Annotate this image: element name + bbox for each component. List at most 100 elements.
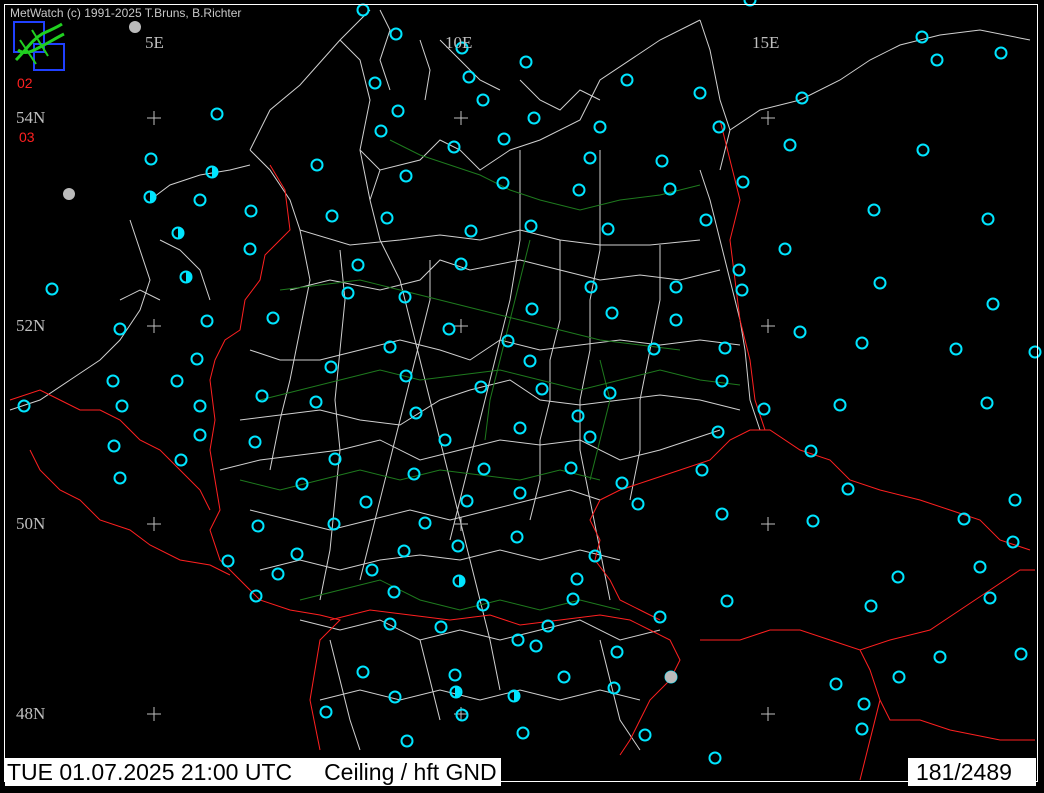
station-marker <box>251 519 265 533</box>
station-marker <box>389 27 403 41</box>
station-marker <box>380 211 394 225</box>
graticule-cross <box>761 707 775 721</box>
station-marker <box>915 30 929 44</box>
station-marker <box>324 360 338 374</box>
station-marker <box>607 681 621 695</box>
station-marker <box>655 154 669 168</box>
rivers <box>239 139 741 611</box>
admin-boundaries <box>9 9 1031 751</box>
station-marker <box>190 352 204 366</box>
station-marker <box>638 728 652 742</box>
station-marker <box>980 396 994 410</box>
station-marker <box>442 322 456 336</box>
station-marker <box>715 374 729 388</box>
station-marker <box>513 486 527 500</box>
station-marker <box>529 639 543 653</box>
station-marker <box>994 46 1008 60</box>
station-marker <box>115 399 129 413</box>
station-marker <box>693 86 707 100</box>
status-bar-left: TUE 01.07.2025 21:00 UTC Ceiling / hft G… <box>5 758 501 786</box>
station-marker <box>892 670 906 684</box>
station-marker <box>873 276 887 290</box>
run-label-03: 03 <box>19 129 35 145</box>
station-marker <box>359 495 373 509</box>
station-marker <box>601 222 615 236</box>
station-marker <box>916 143 930 157</box>
station-marker <box>583 430 597 444</box>
station-marker <box>438 433 452 447</box>
station-marker <box>867 203 881 217</box>
graticule-cross <box>761 517 775 531</box>
station-marker <box>383 617 397 631</box>
station-marker <box>804 444 818 458</box>
station-marker <box>572 183 586 197</box>
station-marker <box>365 563 379 577</box>
station-marker <box>712 120 726 134</box>
station-symbols <box>17 0 1042 765</box>
station-marker <box>418 516 432 530</box>
station-marker <box>855 722 869 736</box>
station-marker <box>174 453 188 467</box>
station-marker <box>603 386 617 400</box>
station-marker <box>949 342 963 356</box>
station-marker <box>715 507 729 521</box>
station-marker <box>454 257 468 271</box>
station-marker <box>720 594 734 608</box>
station-marker <box>833 398 847 412</box>
station-marker <box>460 494 474 508</box>
station-marker <box>570 572 584 586</box>
station-marker <box>397 544 411 558</box>
station-marker <box>718 341 732 355</box>
station-marker <box>806 514 820 528</box>
weather-map[interactable] <box>0 0 1044 788</box>
graticule-cross <box>761 319 775 333</box>
station-marker <box>864 599 878 613</box>
station-marker <box>193 193 207 207</box>
station-marker <box>511 633 525 647</box>
station-marker <box>462 70 476 84</box>
station-marker <box>736 175 750 189</box>
lat-label-50n: 50N <box>16 514 46 533</box>
station-marker <box>732 263 746 277</box>
station-count-readout: 181/2489 <box>908 758 1036 786</box>
station-marker <box>983 591 997 605</box>
station-marker <box>319 705 333 719</box>
station-marker <box>857 697 871 711</box>
national-borders <box>9 119 1035 781</box>
station-marker <box>829 677 843 691</box>
station-marker <box>631 497 645 511</box>
grey-station-marker <box>665 671 677 683</box>
station-marker <box>106 374 120 388</box>
station-marker <box>891 570 905 584</box>
lat-label-54n: 54N <box>16 108 46 127</box>
station-marker <box>356 3 370 17</box>
station-marker <box>374 124 388 138</box>
station-marker <box>477 462 491 476</box>
station-marker <box>783 138 797 152</box>
station-marker <box>610 645 624 659</box>
station-marker <box>584 280 598 294</box>
station-marker <box>400 734 414 748</box>
station-marker <box>271 567 285 581</box>
station-marker <box>266 311 280 325</box>
station-marker <box>653 610 667 624</box>
graticule-cross <box>454 111 468 125</box>
station-marker <box>516 726 530 740</box>
station-marker <box>248 435 262 449</box>
station-marker <box>309 395 323 409</box>
grey-station-marker <box>129 21 141 33</box>
graticule-cross <box>454 517 468 531</box>
station-marker <box>855 336 869 350</box>
station-marker <box>564 461 578 475</box>
graticule-cross <box>454 319 468 333</box>
station-marker <box>620 73 634 87</box>
station-marker <box>1028 345 1042 359</box>
station-marker <box>593 120 607 134</box>
station-marker <box>368 76 382 90</box>
station-marker <box>757 402 771 416</box>
station-marker <box>743 0 757 7</box>
grey-station-marker <box>63 188 75 200</box>
station-marker <box>210 107 224 121</box>
station-marker <box>510 530 524 544</box>
station-marker <box>778 242 792 256</box>
